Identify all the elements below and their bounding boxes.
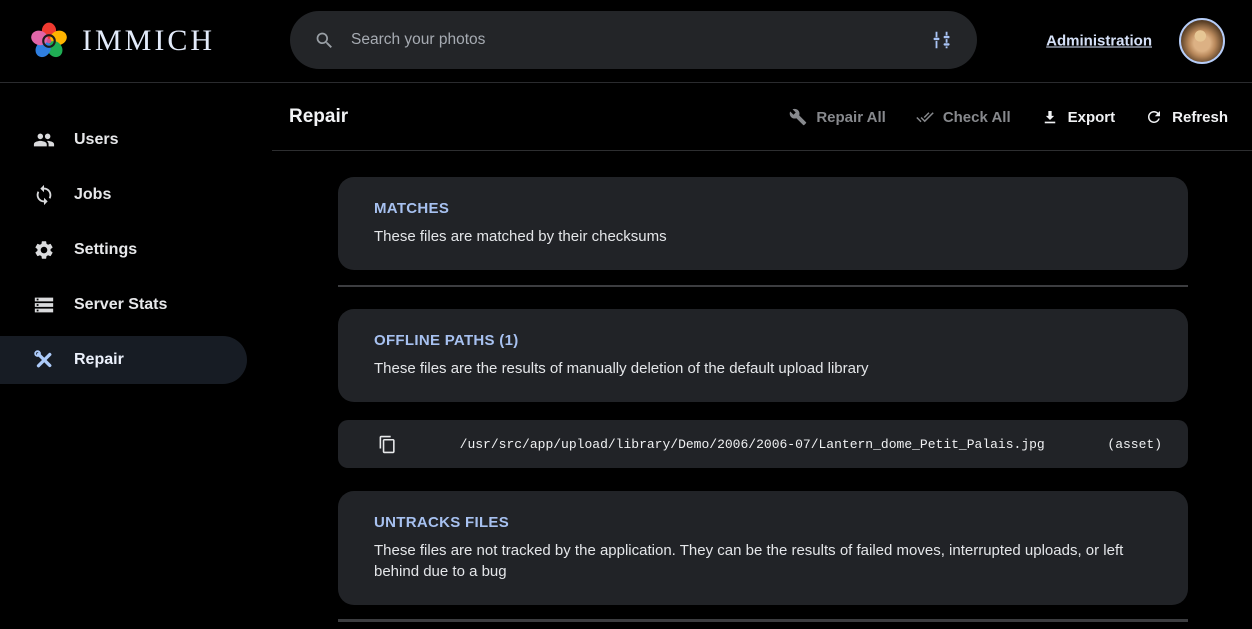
gear-icon (33, 239, 55, 261)
offline-paths-card: OFFLINE PATHS (1) These files are the re… (338, 309, 1188, 402)
sidebar-label: Users (74, 131, 118, 149)
untracked-files-card: UNTRACKS FILES These files are not track… (338, 491, 1188, 605)
admin-sidebar: Users Jobs Settings Server Stats Repair (0, 84, 272, 387)
export-button[interactable]: Export (1041, 108, 1116, 126)
main-panel: Repair Repair All Check All Export Refre… (272, 84, 1252, 629)
sidebar-item-settings[interactable]: Settings (0, 222, 272, 277)
wrench-icon (789, 108, 807, 126)
sidebar-label: Jobs (74, 186, 111, 204)
repair-content: MATCHES These files are matched by their… (272, 151, 1252, 622)
offline-paths-description: These files are the results of manually … (374, 358, 1152, 379)
asset-tag: (asset) (1107, 437, 1162, 452)
sync-icon (33, 184, 55, 206)
sidebar-label: Settings (74, 241, 137, 259)
double-check-icon (916, 108, 934, 126)
top-bar: IMMICH Administration (0, 0, 1252, 83)
header-actions: Repair All Check All Export Refresh (789, 108, 1228, 126)
brand-title: IMMICH (82, 24, 215, 58)
file-path: /usr/src/app/upload/library/Demo/2006/20… (397, 437, 1107, 452)
immich-logo[interactable]: IMMICH (28, 20, 215, 62)
untracked-files-title: UNTRACKS FILES (374, 514, 1152, 531)
untracked-files-description: These files are not tracked by the appli… (374, 540, 1152, 582)
check-all-button[interactable]: Check All (916, 108, 1011, 126)
offline-paths-title: OFFLINE PATHS (1) (374, 332, 1152, 349)
user-avatar[interactable] (1179, 18, 1225, 64)
section-divider (338, 619, 1188, 622)
sidebar-item-users[interactable]: Users (0, 112, 272, 167)
users-icon (33, 129, 55, 151)
search-input[interactable] (351, 31, 915, 49)
matches-card: MATCHES These files are matched by their… (338, 177, 1188, 270)
sidebar-label: Repair (74, 351, 124, 369)
sidebar-item-jobs[interactable]: Jobs (0, 167, 272, 222)
immich-flower-icon (28, 20, 70, 62)
sidebar-item-repair[interactable]: Repair (0, 336, 247, 384)
copy-icon (378, 435, 397, 454)
download-icon (1041, 108, 1059, 126)
section-divider (338, 285, 1188, 287)
offline-path-row[interactable]: /usr/src/app/upload/library/Demo/2006/20… (338, 420, 1188, 468)
search-icon (314, 30, 335, 51)
page-title: Repair (289, 106, 348, 128)
page-header: Repair Repair All Check All Export Refre… (272, 84, 1252, 151)
repair-all-button[interactable]: Repair All (789, 108, 885, 126)
search-filters-icon[interactable] (931, 29, 953, 51)
administration-link[interactable]: Administration (1046, 33, 1152, 50)
refresh-button[interactable]: Refresh (1145, 108, 1228, 126)
sidebar-item-server-stats[interactable]: Server Stats (0, 277, 272, 332)
tools-icon (33, 349, 55, 371)
matches-title: MATCHES (374, 200, 1152, 217)
copy-path-button[interactable] (378, 435, 397, 454)
matches-description: These files are matched by their checksu… (374, 226, 1152, 247)
sidebar-label: Server Stats (74, 296, 167, 314)
refresh-icon (1145, 108, 1163, 126)
server-icon (33, 294, 55, 316)
search-bar[interactable] (290, 11, 977, 69)
